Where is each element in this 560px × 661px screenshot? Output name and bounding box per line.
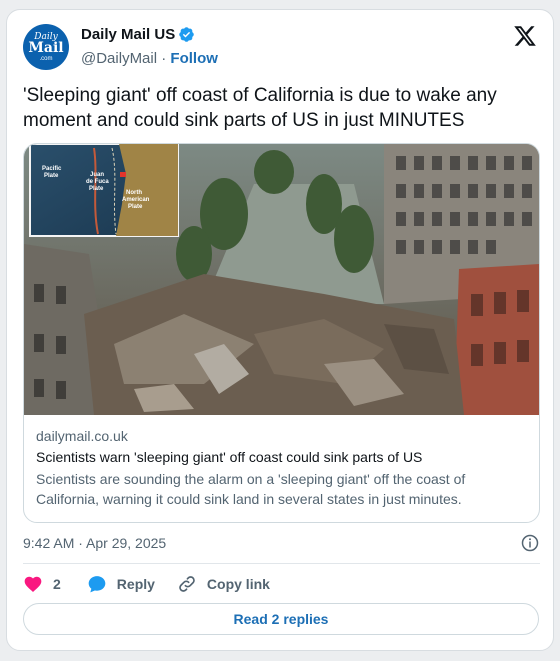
tweet-text: 'Sleeping giant' off coast of California… <box>23 85 497 131</box>
map-label-pacific-1: Pacific <box>42 166 62 172</box>
heart-icon <box>24 576 42 592</box>
author-name-row: Daily Mail US <box>81 26 195 43</box>
card-domain: dailymail.co.uk <box>36 428 128 444</box>
map-label-na-1: North <box>126 190 142 196</box>
divider <box>23 563 540 564</box>
x-logo-icon[interactable] <box>513 24 537 48</box>
map-label-juan-1: Juan <box>90 172 104 178</box>
card-meta: dailymail.co.uk Scientists warn 'sleepin… <box>36 427 526 509</box>
author-handle[interactable]: @DailyMail <box>81 50 157 67</box>
tweet-header: Daily Mail .com Daily Mail US @DailyMail… <box>21 22 541 72</box>
card-description: Scientists are sounding the alarm on a '… <box>36 471 466 507</box>
inset-map: Pacific Plate Juan de Fuca Plate North A… <box>29 144 179 237</box>
card-title[interactable]: Scientists warn 'sleeping giant' off coa… <box>36 448 526 467</box>
timestamp-row: 9:42 AM · Apr 29, 2025 <box>23 532 541 554</box>
link-icon <box>179 576 195 592</box>
handle-separator: · <box>161 50 167 67</box>
map-label-na-2: American <box>122 197 150 203</box>
action-bar: 2 Reply Copy link <box>23 571 292 597</box>
author-name[interactable]: Daily Mail US <box>81 26 175 43</box>
reply-bubble-icon <box>88 576 106 593</box>
tweet-card: Daily Mail .com Daily Mail US @DailyMail… <box>6 9 554 651</box>
verified-badge-icon <box>179 27 194 42</box>
avatar-line-3: .com <box>39 55 53 62</box>
copy-link-button[interactable]: Copy link <box>177 574 270 594</box>
avatar-line-2: Mail <box>28 39 64 56</box>
read-replies-button[interactable]: Read 2 replies <box>23 603 539 635</box>
link-preview-card[interactable]: Pacific Plate Juan de Fuca Plate North A… <box>23 143 540 523</box>
map-label-pacific-2: Plate <box>44 173 59 179</box>
reply-label: Reply <box>116 576 155 592</box>
info-icon[interactable] <box>521 534 539 552</box>
map-label-juan-2: de Fuca <box>86 179 109 185</box>
like-button[interactable]: 2 <box>23 574 61 594</box>
timestamp[interactable]: 9:42 AM · Apr 29, 2025 <box>23 535 166 551</box>
like-count: 2 <box>53 576 61 592</box>
author-handle-row: @DailyMail · Follow <box>81 50 218 67</box>
avatar[interactable]: Daily Mail .com <box>23 24 69 70</box>
map-label-na-3: Plate <box>128 204 143 210</box>
reply-button[interactable]: Reply <box>87 574 155 594</box>
copy-link-label: Copy link <box>206 576 270 592</box>
card-image[interactable]: Pacific Plate Juan de Fuca Plate North A… <box>24 144 539 415</box>
follow-button[interactable]: Follow <box>170 50 218 67</box>
map-label-juan-3: Plate <box>89 186 104 192</box>
